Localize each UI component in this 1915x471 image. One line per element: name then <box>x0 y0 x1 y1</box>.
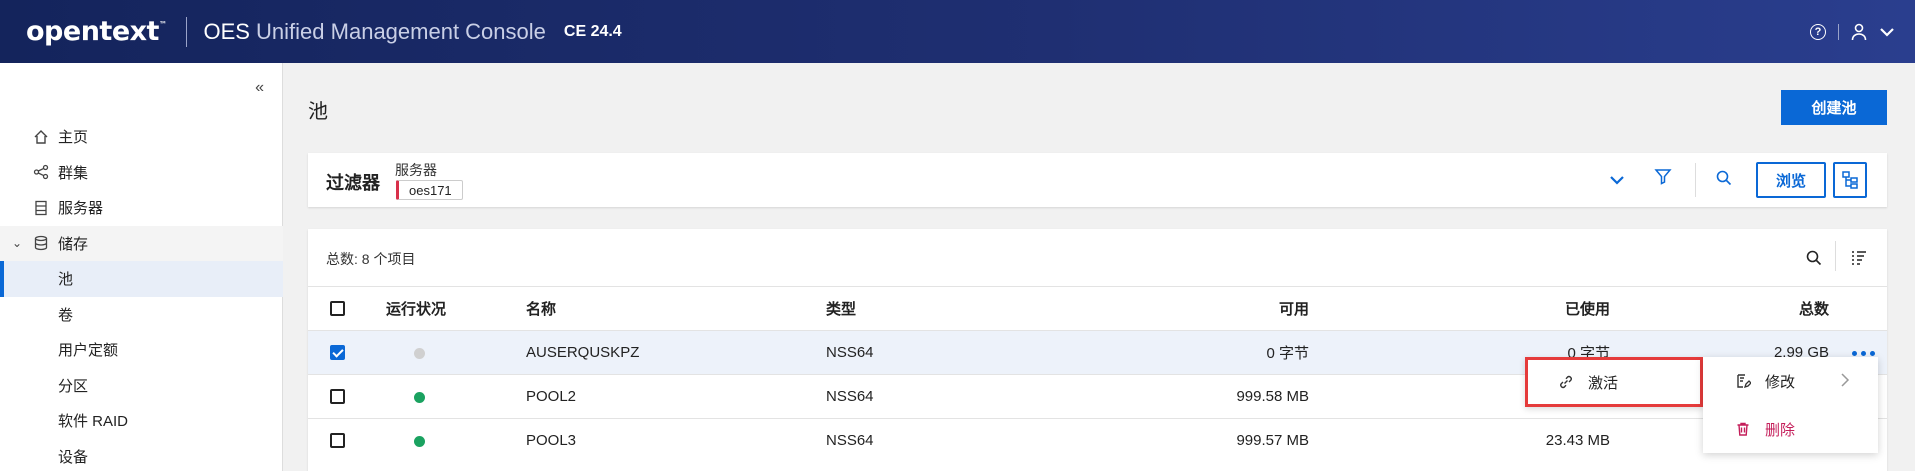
row-checkbox[interactable] <box>330 433 345 448</box>
pools-table: 总数: 8 个项目 运行状况 名称 类型 可用 已使用 总数 AUSERQUSK… <box>308 229 1887 471</box>
sidebar-item-storage[interactable]: ⌄ 储存 <box>0 225 283 261</box>
pool-type: NSS64 <box>826 388 874 405</box>
sidebar: « 主页 群集 服务器 ⌄ 储存 池 卷 用户定额 分区 软件 RAID 设备 <box>0 63 283 471</box>
sidebar-item-volumes[interactable]: 卷 <box>0 297 283 333</box>
status-indicator <box>414 436 425 447</box>
share-icon <box>32 163 50 181</box>
sidebar-item-user-quotas[interactable]: 用户定额 <box>0 332 283 368</box>
sidebar-item-partitions[interactable]: 分区 <box>0 368 283 404</box>
pool-available: 999.58 MB <box>1236 388 1309 405</box>
select-all-checkbox[interactable] <box>330 301 345 316</box>
link-icon <box>1558 374 1574 390</box>
help-icon[interactable]: ? <box>1810 23 1826 40</box>
column-header-used[interactable]: 已使用 <box>1565 287 1610 330</box>
header-divider <box>186 16 188 47</box>
table-header-row: 运行状况 名称 类型 可用 已使用 总数 <box>308 286 1887 330</box>
sidebar-item-servers[interactable]: 服务器 <box>0 190 283 226</box>
tree-view-button[interactable] <box>1833 162 1867 198</box>
pool-name[interactable]: POOL3 <box>526 419 576 462</box>
delete-label: 删除 <box>1765 421 1796 439</box>
pool-type: NSS64 <box>826 432 874 449</box>
chevron-right-icon <box>1841 373 1850 387</box>
filter-icon[interactable] <box>1654 167 1672 185</box>
context-menu-activate[interactable]: 激活 <box>1525 357 1703 407</box>
search-icon[interactable] <box>1715 169 1733 187</box>
tree-icon <box>1842 171 1858 189</box>
menu-item-modify[interactable]: 修改 <box>1703 357 1878 405</box>
filter-panel: 过滤器 服务器 oes171 浏览 <box>308 153 1887 207</box>
sidebar-item-pools[interactable]: 池 <box>0 261 283 297</box>
top-bar: opentext™ OES Unified Management Console… <box>0 0 1915 63</box>
sidebar-item-label: 储存 <box>58 235 89 253</box>
sidebar-item-home[interactable]: 主页 <box>0 119 283 155</box>
pool-type: NSS64 <box>826 344 874 361</box>
sidebar-item-software-raid[interactable]: 软件 RAID <box>0 403 283 439</box>
pool-name[interactable]: POOL2 <box>526 375 576 418</box>
column-header-total[interactable]: 总数 <box>1799 287 1829 330</box>
header-separator <box>1838 23 1839 40</box>
column-header-available[interactable]: 可用 <box>1279 287 1309 330</box>
server-icon <box>32 199 50 217</box>
pool-available: 999.57 MB <box>1236 432 1309 449</box>
sidebar-item-devices[interactable]: 设备 <box>0 439 283 471</box>
pool-available: 0 字节 <box>1266 345 1309 362</box>
row-checkbox[interactable] <box>330 389 345 404</box>
more-actions-icon[interactable] <box>1852 351 1875 356</box>
filter-title: 过滤器 <box>326 173 380 193</box>
collapse-sidebar-button[interactable]: « <box>255 79 264 97</box>
table-row[interactable]: POOL3 NSS64 999.57 MB 23.43 MB <box>308 418 1887 462</box>
row-checkbox[interactable] <box>330 345 345 360</box>
product-title: OES Unified Management Console <box>203 18 546 44</box>
status-indicator <box>414 348 425 359</box>
filter-server-label: 服务器 <box>395 162 437 178</box>
edit-icon <box>1735 373 1751 389</box>
menu-item-delete[interactable]: 删除 <box>1703 405 1878 453</box>
status-indicator <box>414 392 425 403</box>
chevron-down-icon: ⌄ <box>12 236 23 251</box>
user-icon[interactable] <box>1851 23 1867 41</box>
trash-icon <box>1735 421 1751 437</box>
product-version: CE 24.4 <box>563 22 622 40</box>
database-icon <box>32 234 50 252</box>
activate-label: 激活 <box>1588 374 1619 392</box>
search-icon[interactable] <box>1805 249 1823 267</box>
sidebar-item-label: 群集 <box>58 164 89 182</box>
create-pool-button[interactable]: 创建池 <box>1781 90 1887 125</box>
toolbar-separator <box>1835 241 1836 271</box>
column-header-name[interactable]: 名称 <box>526 287 556 330</box>
page-title: 池 <box>308 101 328 123</box>
chevron-down-icon[interactable] <box>1879 26 1895 38</box>
column-settings-icon[interactable] <box>1850 249 1868 267</box>
filter-separator <box>1695 163 1696 197</box>
sidebar-nav: 主页 群集 服务器 ⌄ 储存 池 卷 用户定额 分区 软件 RAID 设备 <box>0 119 283 471</box>
sidebar-item-label: 主页 <box>58 129 89 147</box>
pool-used: 23.43 MB <box>1545 432 1610 449</box>
modify-label: 修改 <box>1765 373 1796 391</box>
pool-name[interactable]: AUSERQUSKPZ <box>526 331 639 374</box>
context-menu: 修改 删除 <box>1703 357 1878 453</box>
opentext-logo[interactable]: opentext™ <box>26 16 167 47</box>
column-header-type[interactable]: 类型 <box>826 287 856 330</box>
chevron-down-icon[interactable] <box>1608 165 1626 195</box>
sidebar-item-cluster[interactable]: 群集 <box>0 155 283 191</box>
browse-button[interactable]: 浏览 <box>1756 162 1826 198</box>
server-filter-chip[interactable]: oes171 <box>396 180 463 200</box>
total-count: 总数: 8 个项目 <box>326 251 416 267</box>
column-header-status[interactable]: 运行状况 <box>386 287 446 330</box>
home-icon <box>32 128 50 146</box>
sidebar-item-label: 服务器 <box>58 200 104 218</box>
